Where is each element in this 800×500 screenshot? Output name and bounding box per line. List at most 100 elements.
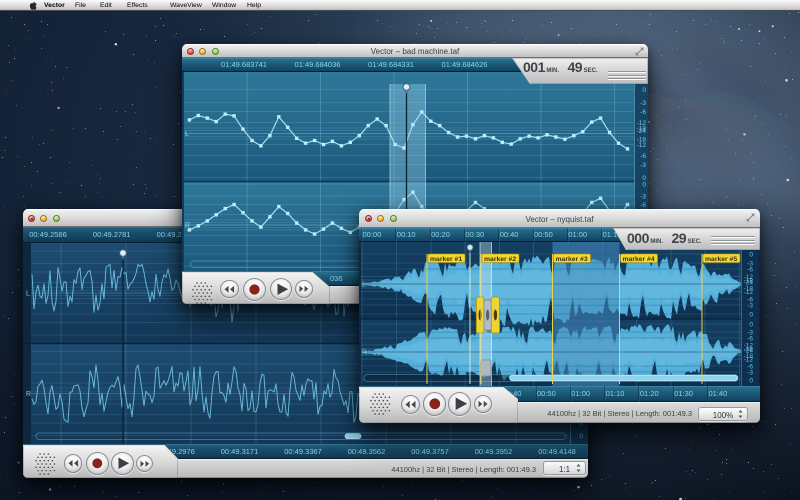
waveform-canvas[interactable]: LR00-3-3-6-6-12-12-18-18-2400-3-3-6-6-12… (359, 242, 760, 386)
sample-point[interactable] (474, 201, 477, 204)
menu-item-vector[interactable]: Vector (44, 0, 65, 11)
sample-point[interactable] (358, 134, 361, 137)
sample-point[interactable] (295, 137, 298, 140)
sample-point[interactable] (429, 120, 432, 123)
close-button[interactable] (28, 215, 35, 222)
sample-point[interactable] (224, 207, 227, 210)
sample-point[interactable] (224, 112, 227, 115)
titlebar[interactable]: Vector – nyquist.taf (359, 209, 760, 228)
zoom-level-dropdown[interactable]: 1:1 (543, 461, 586, 475)
sample-point[interactable] (250, 219, 253, 222)
marker-flag[interactable]: marker #5 (703, 254, 740, 263)
marker-flag[interactable]: marker #1 (428, 254, 465, 263)
sample-point[interactable] (375, 117, 378, 120)
scrollbar-thumb[interactable] (345, 434, 361, 439)
sample-point[interactable] (554, 135, 557, 138)
sample-point[interactable] (232, 203, 235, 206)
sample-point[interactable] (313, 139, 316, 142)
sample-point[interactable] (286, 126, 289, 129)
sample-point[interactable] (268, 134, 271, 137)
menu-item-file[interactable]: File (75, 0, 86, 11)
loop-grip-bottom[interactable] (481, 360, 492, 376)
marker-flag[interactable]: marker #3 (554, 254, 591, 263)
sample-point[interactable] (206, 219, 209, 222)
menu-item-help[interactable]: Help (247, 0, 261, 11)
record-button[interactable] (423, 392, 447, 416)
menu-item-effects[interactable]: Effects (127, 0, 148, 11)
sample-point[interactable] (367, 124, 370, 127)
sample-point[interactable] (465, 134, 468, 137)
sample-point[interactable] (340, 144, 343, 147)
sample-point[interactable] (259, 144, 262, 147)
sample-point[interactable] (626, 147, 629, 150)
play-button[interactable] (111, 452, 134, 475)
record-button[interactable] (243, 278, 266, 301)
sample-point[interactable] (608, 131, 611, 134)
sample-point[interactable] (331, 221, 334, 224)
sample-point[interactable] (617, 142, 620, 145)
sample-point[interactable] (349, 141, 352, 144)
sample-point[interactable] (304, 142, 307, 145)
sample-point[interactable] (545, 133, 548, 136)
forward-button[interactable] (474, 395, 492, 413)
sample-point[interactable] (313, 232, 316, 235)
sample-point[interactable] (474, 137, 477, 140)
sample-point[interactable] (268, 215, 271, 218)
sample-point[interactable] (349, 231, 352, 234)
sample-point[interactable] (197, 114, 200, 117)
sample-point[interactable] (563, 138, 566, 141)
sample-point[interactable] (340, 227, 343, 230)
record-button[interactable] (86, 452, 109, 475)
sample-point[interactable] (331, 140, 334, 143)
sample-point[interactable] (519, 137, 522, 140)
sample-point[interactable] (384, 124, 387, 127)
marker-flag[interactable]: marker #4 (621, 254, 658, 263)
sample-point[interactable] (188, 118, 191, 121)
sample-point[interactable] (599, 116, 602, 119)
sample-point[interactable] (241, 211, 244, 214)
rewind-button[interactable] (401, 395, 420, 414)
marker-flag[interactable]: marker #2 (482, 254, 519, 263)
sample-point[interactable] (188, 228, 191, 231)
sample-point[interactable] (572, 134, 575, 137)
zoom-level-dropdown[interactable]: 100% (698, 407, 748, 421)
menu-item-window[interactable]: Window (212, 0, 236, 11)
sample-point[interactable] (215, 213, 218, 216)
titlebar[interactable]: Vector – bad machine.taf (182, 44, 648, 58)
sample-point[interactable] (295, 221, 298, 224)
sample-point[interactable] (286, 212, 289, 215)
sample-point[interactable] (501, 141, 504, 144)
sample-point[interactable] (215, 120, 218, 123)
sample-point[interactable] (590, 201, 593, 204)
sample-point[interactable] (483, 134, 486, 137)
resize-icon[interactable] (746, 213, 755, 222)
menu-item-edit[interactable]: Edit (100, 0, 112, 11)
play-button[interactable] (270, 278, 293, 301)
scrollbar-thumb[interactable] (510, 375, 738, 380)
rewind-button[interactable] (220, 280, 239, 299)
sample-point[interactable] (259, 225, 262, 228)
resize-icon[interactable] (635, 47, 644, 56)
sample-point[interactable] (492, 136, 495, 139)
rewind-button[interactable] (64, 454, 83, 473)
sample-point[interactable] (250, 139, 253, 142)
sample-point[interactable] (241, 127, 244, 130)
sample-point[interactable] (527, 134, 530, 137)
sample-point[interactable] (197, 224, 200, 227)
sample-point[interactable] (206, 116, 209, 119)
sample-point[interactable] (322, 143, 325, 146)
sample-point[interactable] (322, 227, 325, 230)
sample-point[interactable] (626, 203, 629, 206)
sample-point[interactable] (599, 197, 602, 200)
sample-point[interactable] (277, 205, 280, 208)
sample-point[interactable] (304, 228, 307, 231)
apple-menu-icon[interactable] (29, 1, 39, 11)
sample-point[interactable] (438, 124, 441, 127)
sample-point[interactable] (447, 131, 450, 134)
sample-point[interactable] (581, 130, 584, 133)
sample-point[interactable] (536, 136, 539, 139)
sample-point[interactable] (277, 115, 280, 118)
forward-button[interactable] (295, 280, 313, 298)
sample-point[interactable] (510, 142, 513, 145)
play-button[interactable] (448, 392, 472, 416)
